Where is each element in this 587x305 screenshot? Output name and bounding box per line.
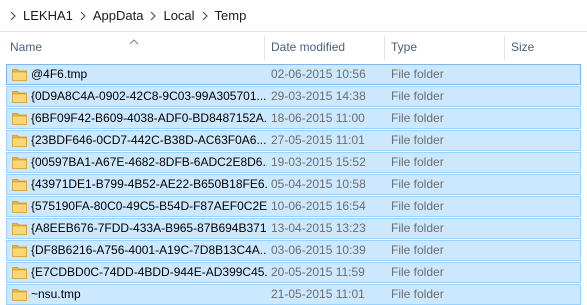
folder-icon: [12, 266, 27, 279]
file-name: {575190FA-80C0-49C5-B54D-F87AEF0C2E...: [31, 199, 267, 213]
file-name: {DF8B6216-A756-4001-A19C-7D8B13C4A...: [31, 243, 267, 257]
file-type: File folder: [391, 199, 444, 213]
file-type: File folder: [391, 177, 444, 191]
folder-icon: [12, 68, 27, 81]
breadcrumb-item-local[interactable]: Local: [160, 8, 197, 23]
file-row[interactable]: {6BF09F42-B609-4038-ADF0-BD8487152A... 1…: [6, 108, 581, 129]
file-name: {E7CDBD0C-74DD-4BDD-944E-AD399C45...: [31, 265, 267, 279]
file-type: File folder: [391, 111, 444, 125]
file-name: {23BDF646-0CD7-442C-B38D-AC63F0A6...: [31, 133, 267, 147]
chevron-right-icon[interactable]: [200, 9, 210, 23]
file-type: File folder: [391, 67, 444, 81]
file-date-modified: 05-04-2015 10:58: [271, 177, 366, 191]
folder-icon: [12, 90, 27, 103]
file-row[interactable]: @4F6.tmp 02-06-2015 10:56 File folder: [6, 64, 581, 85]
file-name: {A8EEB676-7FDD-433A-B965-87B694B371...: [31, 221, 267, 235]
file-row[interactable]: ~nsu.tmp 21-05-2015 11:01 File folder: [6, 284, 581, 305]
file-name: {0D9A8C4A-0902-42C8-9C03-99A305701...: [31, 89, 267, 103]
file-date-modified: 10-06-2015 16:54: [271, 199, 366, 213]
folder-icon: [12, 134, 27, 147]
column-header-size[interactable]: Size: [505, 32, 585, 62]
file-date-modified: 02-06-2015 10:56: [271, 67, 366, 81]
chevron-right-icon[interactable]: [8, 9, 18, 23]
file-type: File folder: [391, 89, 444, 103]
file-row[interactable]: {A8EEB676-7FDD-433A-B965-87B694B371... 1…: [6, 218, 581, 239]
file-row[interactable]: {00597BA1-A67E-4682-8DFB-6ADC2E8D6... 19…: [6, 152, 581, 173]
file-date-modified: 21-05-2015 11:01: [271, 287, 365, 301]
breadcrumb-item-appdata[interactable]: AppData: [90, 8, 147, 23]
file-date-modified: 03-06-2015 10:39: [271, 243, 366, 257]
file-row[interactable]: {DF8B6216-A756-4001-A19C-7D8B13C4A... 03…: [6, 240, 581, 261]
column-header-date-modified[interactable]: Date modified: [265, 32, 383, 62]
file-type: File folder: [391, 133, 444, 147]
chevron-right-icon[interactable]: [148, 9, 158, 23]
folder-icon: [12, 178, 27, 191]
folder-icon: [12, 244, 27, 257]
breadcrumb: LEKHA1 AppData Local Temp: [0, 0, 587, 32]
file-date-modified: 20-05-2015 11:59: [271, 265, 365, 279]
file-date-modified: 19-03-2015 15:52: [271, 155, 366, 169]
column-header-type[interactable]: Type: [385, 32, 503, 62]
file-name: @4F6.tmp: [31, 67, 88, 81]
folder-icon: [12, 156, 27, 169]
file-row[interactable]: {E7CDBD0C-74DD-4BDD-944E-AD399C45... 20-…: [6, 262, 581, 283]
file-date-modified: 18-06-2015 11:00: [271, 111, 365, 125]
folder-icon: [12, 200, 27, 213]
file-name: {6BF09F42-B609-4038-ADF0-BD8487152A...: [31, 111, 267, 125]
chevron-right-icon[interactable]: [78, 9, 88, 23]
file-name: {43971DE1-B799-4B52-AE22-B650B18FE6...: [31, 177, 267, 191]
file-row[interactable]: {43971DE1-B799-4B52-AE22-B650B18FE6... 0…: [6, 174, 581, 195]
file-date-modified: 29-03-2015 14:38: [271, 89, 366, 103]
file-type: File folder: [391, 155, 444, 169]
folder-icon: [12, 112, 27, 125]
file-row[interactable]: {23BDF646-0CD7-442C-B38D-AC63F0A6... 27-…: [6, 130, 581, 151]
folder-icon: [12, 222, 27, 235]
file-row[interactable]: {575190FA-80C0-49C5-B54D-F87AEF0C2E... 1…: [6, 196, 581, 217]
file-name: {00597BA1-A67E-4682-8DFB-6ADC2E8D6...: [31, 155, 267, 169]
file-date-modified: 13-04-2015 13:23: [271, 221, 366, 235]
file-type: File folder: [391, 221, 444, 235]
file-name: ~nsu.tmp: [31, 287, 81, 301]
column-header-name[interactable]: Name: [4, 32, 264, 62]
file-type: File folder: [391, 243, 444, 257]
file-row[interactable]: {0D9A8C4A-0902-42C8-9C03-99A305701... 29…: [6, 86, 581, 107]
file-date-modified: 27-05-2015 11:01: [271, 133, 365, 147]
breadcrumb-item-temp[interactable]: Temp: [212, 8, 250, 23]
breadcrumb-item-lekha1[interactable]: LEKHA1: [20, 8, 76, 23]
column-header-row: Name Date modified Type Size: [0, 32, 587, 62]
file-type: File folder: [391, 287, 444, 301]
file-type: File folder: [391, 265, 444, 279]
